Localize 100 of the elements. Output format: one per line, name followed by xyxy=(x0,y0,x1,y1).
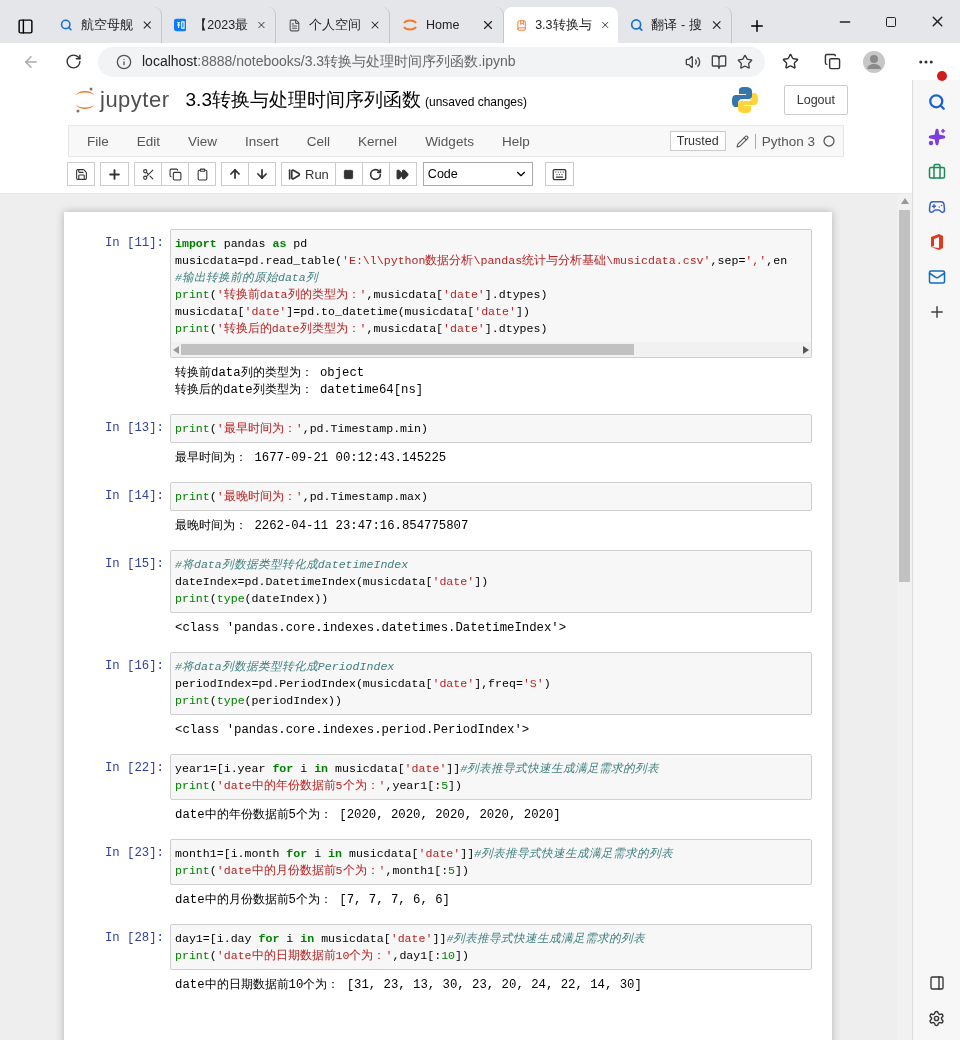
edit-icon[interactable] xyxy=(735,134,749,148)
code-line: periodIndex=pd.PeriodIndex(musicdata['date'],freq='S') xyxy=(175,676,552,692)
code-cell[interactable]: print('最晚时间为：',pd.Timestamp.max) xyxy=(170,482,812,511)
step-icon xyxy=(288,167,301,181)
scroll-right-icon[interactable] xyxy=(803,345,809,354)
horizontal-scrollbar[interactable] xyxy=(171,342,811,357)
hide-sidebar-icon[interactable] xyxy=(928,975,945,991)
cell-type-select[interactable]: Code xyxy=(422,162,533,186)
code-cell[interactable]: print('最早时间为：',pd.Timestamp.min) xyxy=(170,414,812,443)
arrow-down-icon xyxy=(255,167,269,181)
code-line: dateIndex=pd.DatetimeIndex(musicdata['date']) xyxy=(175,574,490,590)
sparkle-icon[interactable] xyxy=(927,128,946,146)
gamepad-icon[interactable] xyxy=(927,198,946,216)
logout-button[interactable]: Logout xyxy=(783,85,848,115)
tab-actions-icon[interactable] xyxy=(16,17,34,35)
close-icon[interactable] xyxy=(481,18,495,32)
code-line: import pandas as pd xyxy=(175,236,309,252)
address-field[interactable]: localhost:8888/notebooks/3.3转换与处理时间序列函数.ipynb xyxy=(98,46,765,77)
save-button[interactable] xyxy=(67,162,95,186)
paste-button[interactable] xyxy=(188,162,216,186)
copy-button[interactable] xyxy=(161,162,189,186)
site-logo-icon xyxy=(174,17,187,33)
code-line: print('转换后的date列类型为：',musicdata['date'].dtypes) xyxy=(175,321,549,337)
profile-icon[interactable] xyxy=(863,50,885,73)
code-line: print('date中的月份数据前5个为：',month1[:5]) xyxy=(175,863,470,879)
code-cell[interactable]: #将data列数据类型转化成PeriodIndex periodIndex=pd.PeriodIndex(musicdata['date'],freq='S') print(type(periodIndex)) xyxy=(170,652,812,715)
new-tab-icon[interactable] xyxy=(748,17,766,35)
shortcuts-button[interactable] xyxy=(544,162,574,186)
stop-button[interactable] xyxy=(334,162,363,186)
settings-icon[interactable] xyxy=(928,1009,945,1027)
search-icon xyxy=(630,18,644,32)
briefcase-icon[interactable] xyxy=(927,163,946,181)
reload-icon[interactable] xyxy=(64,53,82,70)
code-line: print('转换前data列的类型为：',musicdata['date'].dtypes) xyxy=(175,287,549,303)
reader-icon[interactable] xyxy=(711,53,727,70)
copy-icon xyxy=(168,167,182,181)
move-up-button[interactable] xyxy=(221,162,249,186)
cell-prompt: In [23]: xyxy=(103,845,165,862)
cell-prompt: In [13]: xyxy=(103,420,165,437)
fast-forward-icon xyxy=(396,167,410,181)
favorite-icon[interactable] xyxy=(737,53,753,70)
cell-prompt: In [22]: xyxy=(103,760,165,777)
code-line: print(type(periodIndex)) xyxy=(175,693,343,709)
cell-prompt: In [16]: xyxy=(103,658,165,675)
info-icon[interactable] xyxy=(116,53,132,70)
code-line: print('date中的年份数据前5个为：',year1[:5]) xyxy=(175,778,464,794)
scissors-icon xyxy=(141,167,155,181)
code-line: #将data列数据类型转化成PeriodIndex xyxy=(175,659,396,675)
code-line: #将data列数据类型转化成datetimeIndex xyxy=(175,557,410,573)
menu-item[interactable]: Insert xyxy=(231,133,293,149)
save-status: (unsaved changes) xyxy=(424,95,528,109)
clipboard-icon xyxy=(195,167,209,181)
code-line: year1=[i.year for i in musicdata['date']]#列表推导式快速生成满足需求的列表 xyxy=(175,761,661,777)
notification-dot-icon xyxy=(937,70,947,81)
menu-item[interactable]: View xyxy=(174,133,232,149)
favorites-icon[interactable] xyxy=(781,53,799,70)
search-icon xyxy=(60,18,73,32)
code-line: print('date中的日期数据前10个为：',day1[:10]) xyxy=(175,948,470,964)
menu-item[interactable]: Help xyxy=(487,133,544,149)
cut-button[interactable] xyxy=(134,162,162,186)
code-cell[interactable]: month1=[i.month for i in musicdata['date']]#列表推导式快速生成满足需求的列表 print('date中的月份数据前5个为：',month1[:5]) xyxy=(170,839,812,885)
code-cell[interactable]: year1=[i.year for i in musicdata['date']]#列表推导式快速生成满足需求的列表 print('date中的年份数据前5个为：',year1[:5]) xyxy=(170,754,812,800)
plus-icon xyxy=(107,166,122,182)
run-all-button[interactable] xyxy=(388,162,417,186)
move-down-button[interactable] xyxy=(248,162,276,186)
python-logo-icon xyxy=(729,85,760,115)
search-icon[interactable] xyxy=(927,93,946,111)
add-cell-button[interactable] xyxy=(100,162,129,186)
browser-tab[interactable]: 3.3转换与 xyxy=(504,7,618,43)
page-icon xyxy=(288,17,301,33)
notebook-title[interactable]: 3.3转换与处理时间序列函数 xyxy=(185,87,421,113)
menu-item[interactable]: Edit xyxy=(122,133,175,149)
menu-item[interactable]: Widgets xyxy=(411,133,488,149)
maximize-icon[interactable] xyxy=(885,15,897,28)
trusted-badge[interactable]: Trusted xyxy=(669,131,726,151)
cell-output: date中的日期数据前10个为： [31, 23, 13, 30, 23, 20, 24, 22, 14, 30] xyxy=(175,977,643,994)
mail-icon[interactable] xyxy=(927,268,946,286)
read-aloud-icon[interactable] xyxy=(685,53,701,70)
collections-icon[interactable] xyxy=(823,53,841,70)
code-cell[interactable] xyxy=(170,229,812,358)
code-cell[interactable]: day1=[i.day for i in musicdata['date']]#列表推导式快速生成满足需求的列表 print('date中的日期数据前10个为：',day1[:10]) xyxy=(170,924,812,970)
restart-button[interactable] xyxy=(361,162,390,186)
cell-output: <class 'pandas.core.indexes.period.PeriodIndex'> xyxy=(175,722,531,739)
keyboard-icon xyxy=(551,166,567,182)
cell-output: 转换前data列的类型为： object xyxy=(175,365,366,382)
cell-output: 转换后的date列类型为： datetime64[ns] xyxy=(175,382,425,399)
save-icon xyxy=(74,167,88,181)
code-line: #输出转换前的原始data列 xyxy=(175,270,320,286)
code-cell[interactable]: #将data列数据类型转化成datetimeIndex dateIndex=pd.DatetimeIndex(musicdata['date']) print(type(dateIndex)) xyxy=(170,550,812,613)
cell-output: date中的年份数据前5个为： [2020, 2020, 2020, 2020, 2020] xyxy=(175,807,562,824)
menu-item[interactable]: Cell xyxy=(292,133,345,149)
menu-item[interactable]: File xyxy=(73,133,123,149)
cell-output: 最早时间为： 1677-09-21 00:12:43.145225 xyxy=(175,450,448,467)
jupyter-logo-text: jupyter xyxy=(100,87,170,113)
run-button[interactable]: Run xyxy=(281,162,336,186)
code-line: musicdata=pd.read_table('E:\l\python数据分析\pandas统计与分析基础\musicdata.csv',sep=',',en xyxy=(175,253,789,269)
code-line: musicdata['date']=pd.to_datetime(musicdata['date']) xyxy=(175,304,531,320)
menu-item[interactable]: Kernel xyxy=(344,133,412,149)
cell-output: date中的月份数据前5个为： [7, 7, 7, 6, 6] xyxy=(175,892,451,909)
kernel-status-icon xyxy=(823,135,835,147)
